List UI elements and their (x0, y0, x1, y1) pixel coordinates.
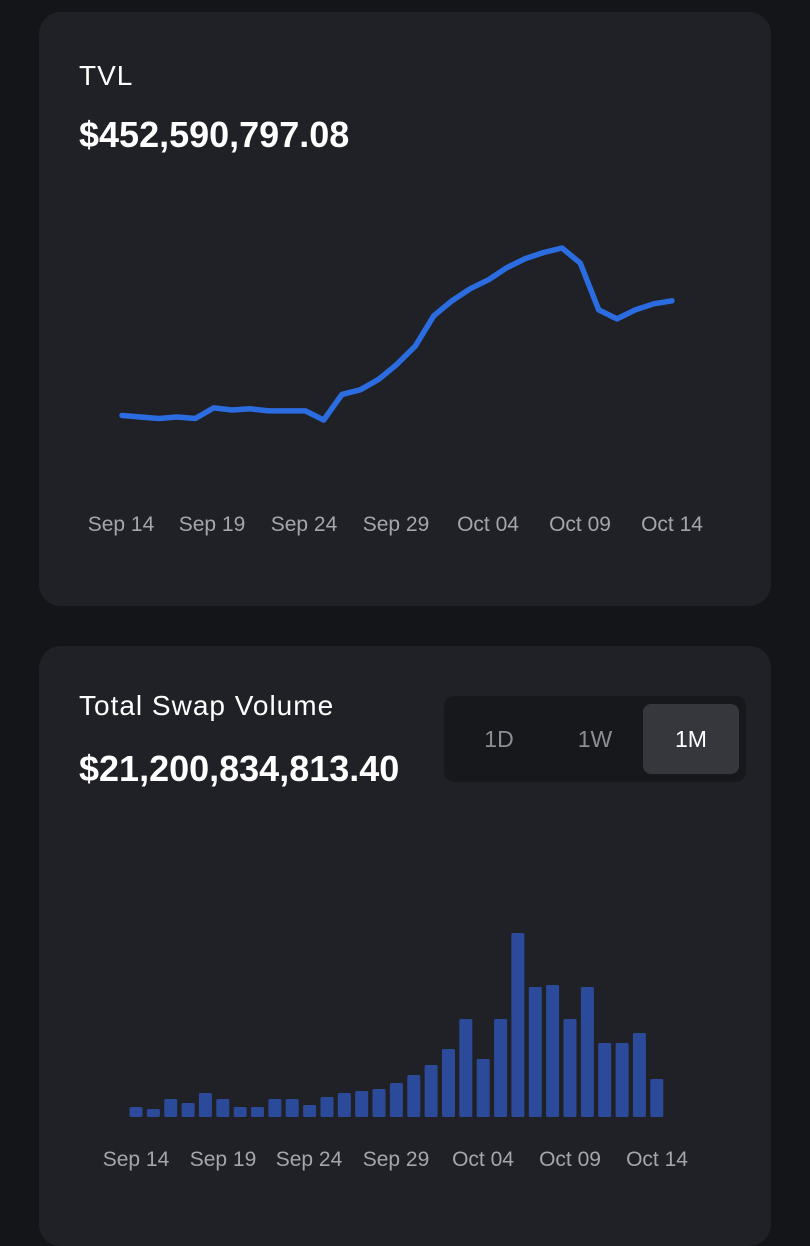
swap-volume-bar (407, 1075, 421, 1117)
swap-volume-bar (424, 1065, 438, 1117)
swap-volume-bar (442, 1049, 455, 1117)
swap-volume-bar (372, 1089, 386, 1117)
tvl-x-tick-label: Sep 29 (363, 513, 430, 536)
tvl-x-tick-label: Sep 24 (271, 513, 338, 536)
swap-volume-bar (598, 1043, 612, 1117)
swap-volume-bar (615, 1043, 629, 1117)
swap-volume-bar-chart: Sep 14 Sep 19 Sep 24 Sep 29 Oct 04 Oct 09 Oct … (103, 933, 688, 1171)
tvl-card: TVL $452,590,797.08 Sep 14 Sep 19 Sep 24 Se… (39, 12, 771, 606)
swap-x-tick-label: Oct 09 (539, 1148, 601, 1171)
tvl-x-tick-label: Sep 19 (179, 513, 246, 536)
swap-volume-bar (494, 1019, 508, 1117)
tvl-series-line (119, 245, 675, 423)
swap-x-tick-label: Sep 19 (190, 1148, 257, 1171)
swap-volume-bar (632, 1033, 646, 1117)
swap-volume-bar (563, 1019, 577, 1117)
swap-volume-bar (320, 1097, 334, 1117)
swap-volume-bar (216, 1099, 230, 1117)
swap-volume-bar (459, 1019, 473, 1117)
swap-volume-bar (389, 1083, 403, 1117)
tvl-line-chart: Sep 14 Sep 19 Sep 24 Sep 29 Oct 04 Oct 09 Oct … (88, 245, 703, 536)
swap-x-tick-label: Oct 04 (452, 1148, 514, 1171)
swap-volume-bar (285, 1099, 299, 1117)
swap-volume-bar (146, 1109, 160, 1117)
swap-volume-bar (546, 985, 560, 1117)
swap-volume-card: Total Swap Volume $21,200,834,813.40 1D … (39, 646, 771, 1246)
swap-volume-bar (650, 1079, 664, 1117)
swap-volume-bar (511, 933, 525, 1117)
swap-volume-bar (129, 1107, 143, 1117)
swap-x-tick-label: Sep 24 (276, 1148, 343, 1171)
swap-volume-bar (181, 1103, 195, 1117)
swap-volume-bar (528, 987, 542, 1117)
swap-volume-bar (476, 1059, 490, 1117)
swap-x-tick-label: Sep 29 (363, 1148, 430, 1171)
swap-volume-bar (268, 1099, 282, 1117)
tvl-x-tick-label: Oct 04 (457, 513, 519, 536)
tvl-x-tick-label: Oct 14 (641, 513, 703, 536)
swap-x-tick-label: Sep 14 (103, 1148, 170, 1171)
swap-volume-bar (164, 1099, 178, 1117)
tvl-x-tick-label: Oct 09 (549, 513, 611, 536)
swap-volume-bar (198, 1093, 212, 1117)
swap-volume-bar (251, 1107, 264, 1117)
tvl-x-tick-label: Sep 14 (88, 513, 155, 536)
swap-volume-bar (233, 1107, 247, 1117)
swap-x-tick-label: Oct 14 (626, 1148, 688, 1171)
swap-volume-bar (337, 1093, 351, 1117)
swap-volume-bar (580, 987, 594, 1117)
swap-volume-bar (355, 1091, 369, 1117)
swap-volume-bar (303, 1105, 317, 1117)
